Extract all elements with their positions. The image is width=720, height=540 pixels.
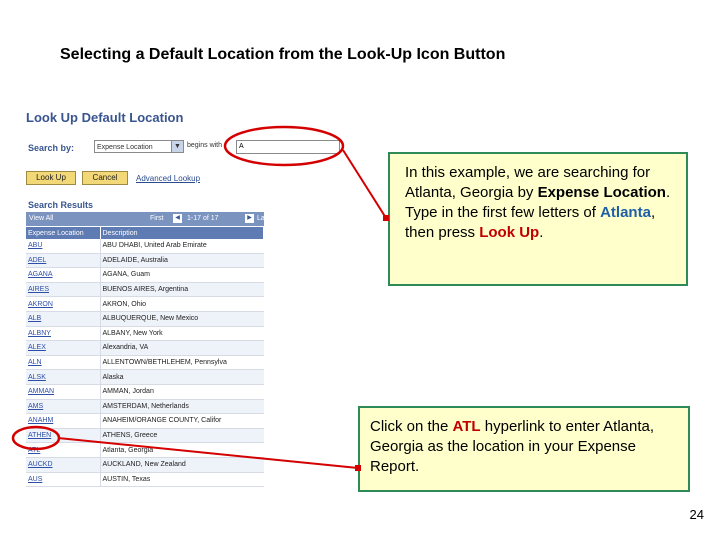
- connector-endpoint: [355, 465, 361, 471]
- highlight-circle-search-input: [223, 125, 345, 167]
- annotation-overlay: [11, 125, 389, 471]
- page-number: 24: [689, 507, 704, 522]
- highlight-circle-atl-link: [11, 425, 61, 451]
- callout-connector-line: [57, 437, 359, 469]
- connector-endpoint: [383, 215, 389, 221]
- callout-connector-line: [342, 149, 387, 219]
